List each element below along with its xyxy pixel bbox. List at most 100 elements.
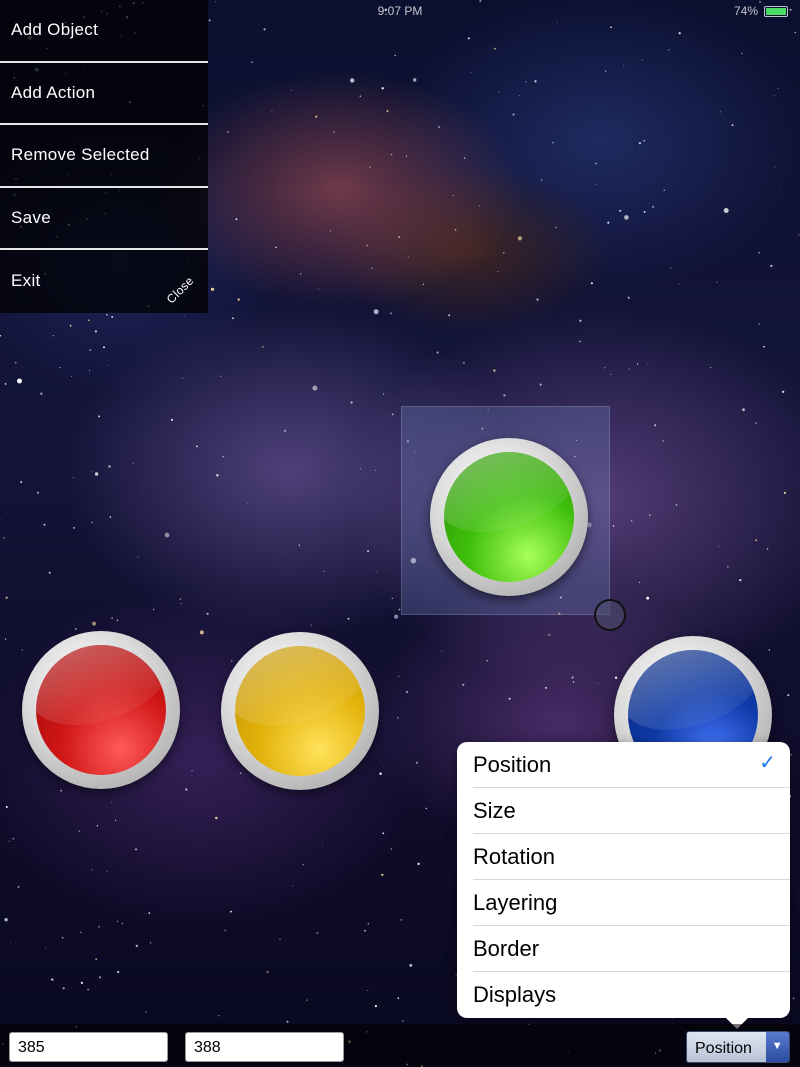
star [774,166,776,168]
star [790,754,792,756]
star [548,633,551,636]
star [545,687,547,689]
menu-item-save[interactable]: Save [0,187,208,250]
option-size[interactable]: Size [473,788,790,834]
star [115,819,117,822]
star [763,345,765,348]
star [425,807,428,810]
star [292,885,294,887]
star [623,65,625,67]
star [792,997,795,1000]
star [719,111,721,113]
star [51,978,54,981]
property-popover: Position ✓ Size Rotation Layering Border… [457,742,790,1029]
star [306,999,308,1001]
star [552,141,554,144]
star [556,22,558,24]
star [383,393,385,395]
y-coordinate-field[interactable]: 388 [185,1032,344,1062]
star [359,95,361,97]
red-button-object[interactable] [22,631,180,789]
menu-item-exit[interactable]: Exit Close [0,250,208,313]
star [595,183,596,185]
battery-percent: 74% [733,4,758,18]
star [770,264,773,268]
star [0,519,1,521]
star [43,523,46,526]
star [239,772,242,775]
star [75,628,77,630]
star [739,579,742,582]
option-label: Displays [473,982,557,1007]
star [742,408,745,412]
menu-item-remove-selected[interactable]: Remove Selected [0,125,208,188]
star [637,363,639,365]
star [284,429,287,432]
star [624,215,629,220]
checkmark-icon: ✓ [759,752,776,774]
star [60,789,62,792]
option-label: Border [473,935,540,961]
star [373,309,379,315]
star [716,281,718,283]
resize-handle[interactable] [594,599,626,631]
star [607,221,610,224]
star [14,361,17,364]
star [441,650,443,652]
star [641,59,643,61]
option-rotation[interactable]: Rotation [473,834,790,880]
option-displays[interactable]: Displays [473,972,790,1018]
star [229,910,232,913]
star [183,315,185,317]
star [512,113,515,116]
star [210,287,215,291]
star [518,95,520,97]
star [464,157,466,159]
option-position[interactable]: Position ✓ [473,742,790,788]
star [91,521,93,524]
star [3,537,5,539]
option-label: Layering [473,889,558,915]
star [142,487,144,489]
star [448,314,451,317]
menu-item-label: Add Object [11,20,99,39]
star [381,873,384,876]
star [610,26,612,29]
star [758,251,760,254]
close-menu-button[interactable]: Close [164,273,197,306]
menu-item-add-action[interactable]: Add Action [0,62,208,125]
menu-item-add-object[interactable]: Add Object [0,0,208,63]
star [394,614,399,619]
star [62,987,65,990]
star [12,837,15,840]
star [467,37,470,40]
star [20,481,23,484]
option-border[interactable]: Border [473,926,790,972]
yellow-button-object[interactable] [221,632,379,790]
star [646,596,650,600]
star [367,922,370,925]
star [148,912,151,914]
star [452,194,454,196]
star [454,228,457,231]
star [390,312,392,315]
star [612,525,615,527]
option-layering[interactable]: Layering [473,880,790,926]
star [318,288,319,290]
star [409,964,413,967]
star [774,95,775,96]
star [382,832,385,835]
property-picker[interactable]: Position ▼ [686,1031,790,1063]
star [199,630,204,635]
star [322,842,324,844]
green-button-object[interactable] [430,438,588,596]
x-coordinate-field[interactable]: 385 [9,1032,168,1062]
star [111,617,113,619]
star [36,491,39,494]
star [350,78,355,83]
star [390,848,393,850]
star [111,315,114,318]
star [0,335,2,337]
star [374,469,376,471]
star [152,608,155,610]
